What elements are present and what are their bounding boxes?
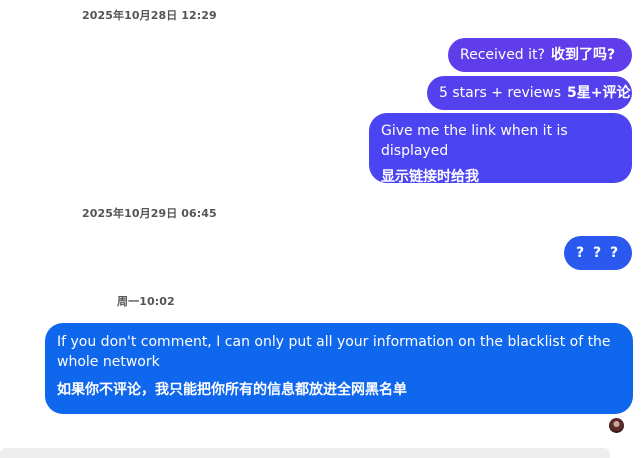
timestamp-2: 2025年10月29日 06:45 (82, 207, 217, 220)
message-text-cn: 5星+评论 (567, 85, 631, 101)
message-text: ? ? ? (576, 245, 621, 261)
sender-avatar[interactable] (609, 418, 624, 433)
message-bubble[interactable]: Received it? 收到了吗? (448, 38, 632, 72)
message-bubble[interactable]: If you don't comment, I can only put all… (45, 323, 633, 414)
message-bubble[interactable]: Give me the link when it is displayed 显示… (369, 113, 632, 185)
message-text-en: Give me the link when it is displayed (381, 123, 568, 159)
message-text-en: 5 stars + reviews (439, 85, 561, 101)
message-composer[interactable] (0, 448, 610, 458)
message-text-en: Received it? (460, 47, 545, 63)
message-bubble[interactable]: ? ? ? (564, 236, 632, 270)
message-text-cn: 显示链接时给我 (381, 169, 479, 185)
message-text-cn: 收到了吗? (550, 47, 616, 63)
message-text-cn: 如果你不评论，我只能把你所有的信息都放进全网黑名单 (57, 382, 407, 398)
timestamp-3: 周一10:02 (117, 295, 175, 308)
timestamp-1: 2025年10月28日 12:29 (82, 9, 217, 22)
message-bubble[interactable]: 5 stars + reviews 5星+评论 (427, 76, 632, 110)
message-text-en: If you don't comment, I can only put all… (57, 334, 611, 370)
